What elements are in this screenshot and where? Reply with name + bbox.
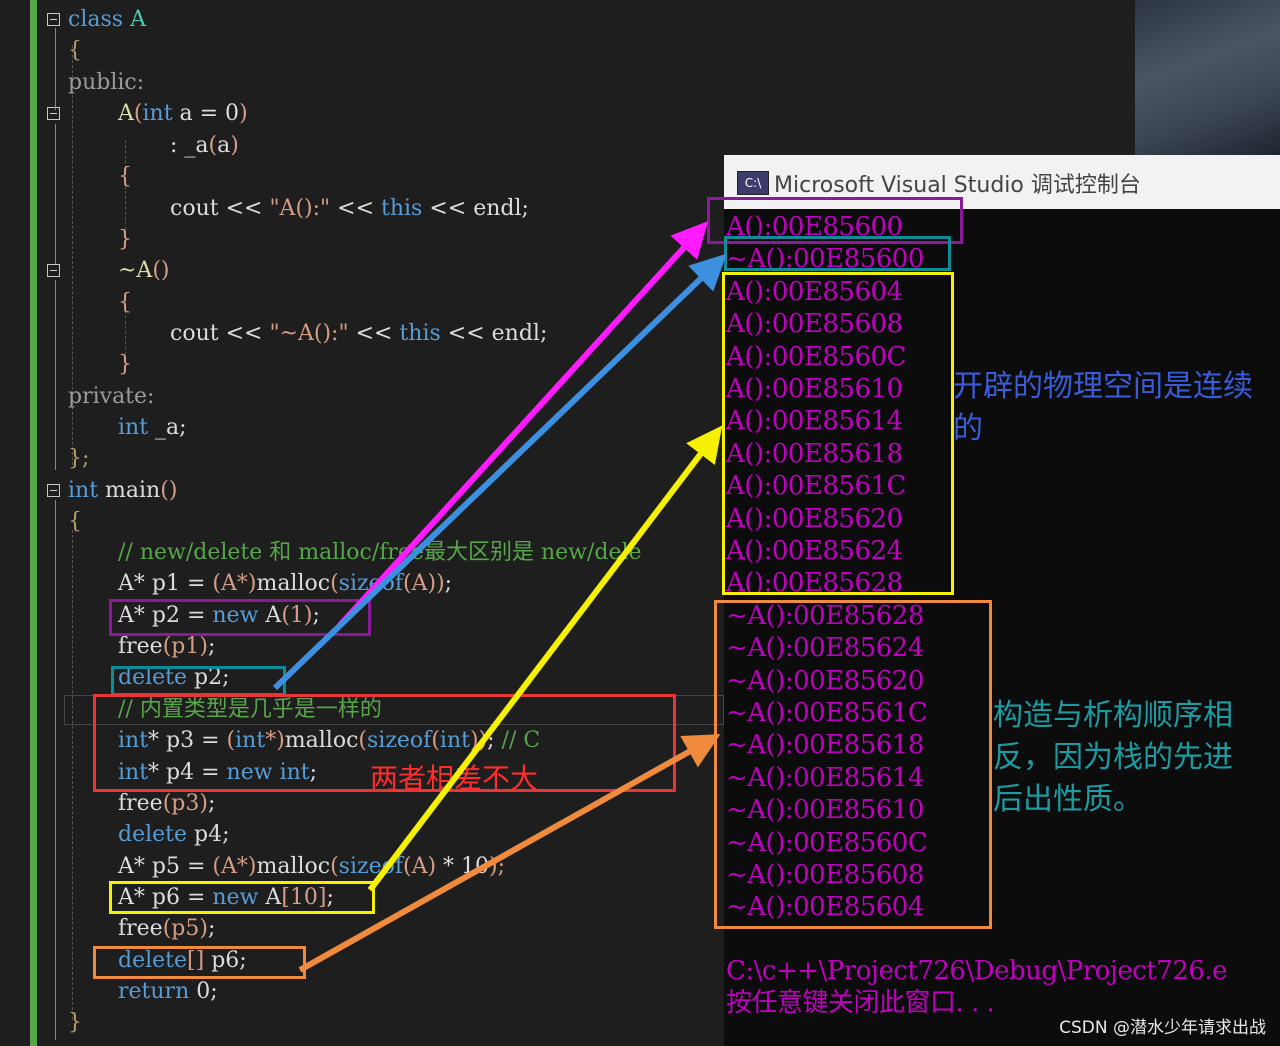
arrow-yellow xyxy=(367,425,723,892)
annotation-arrows xyxy=(272,221,727,973)
arrow-blue xyxy=(272,253,727,691)
arrow-magenta xyxy=(337,221,709,628)
arrow-orange xyxy=(298,734,721,973)
